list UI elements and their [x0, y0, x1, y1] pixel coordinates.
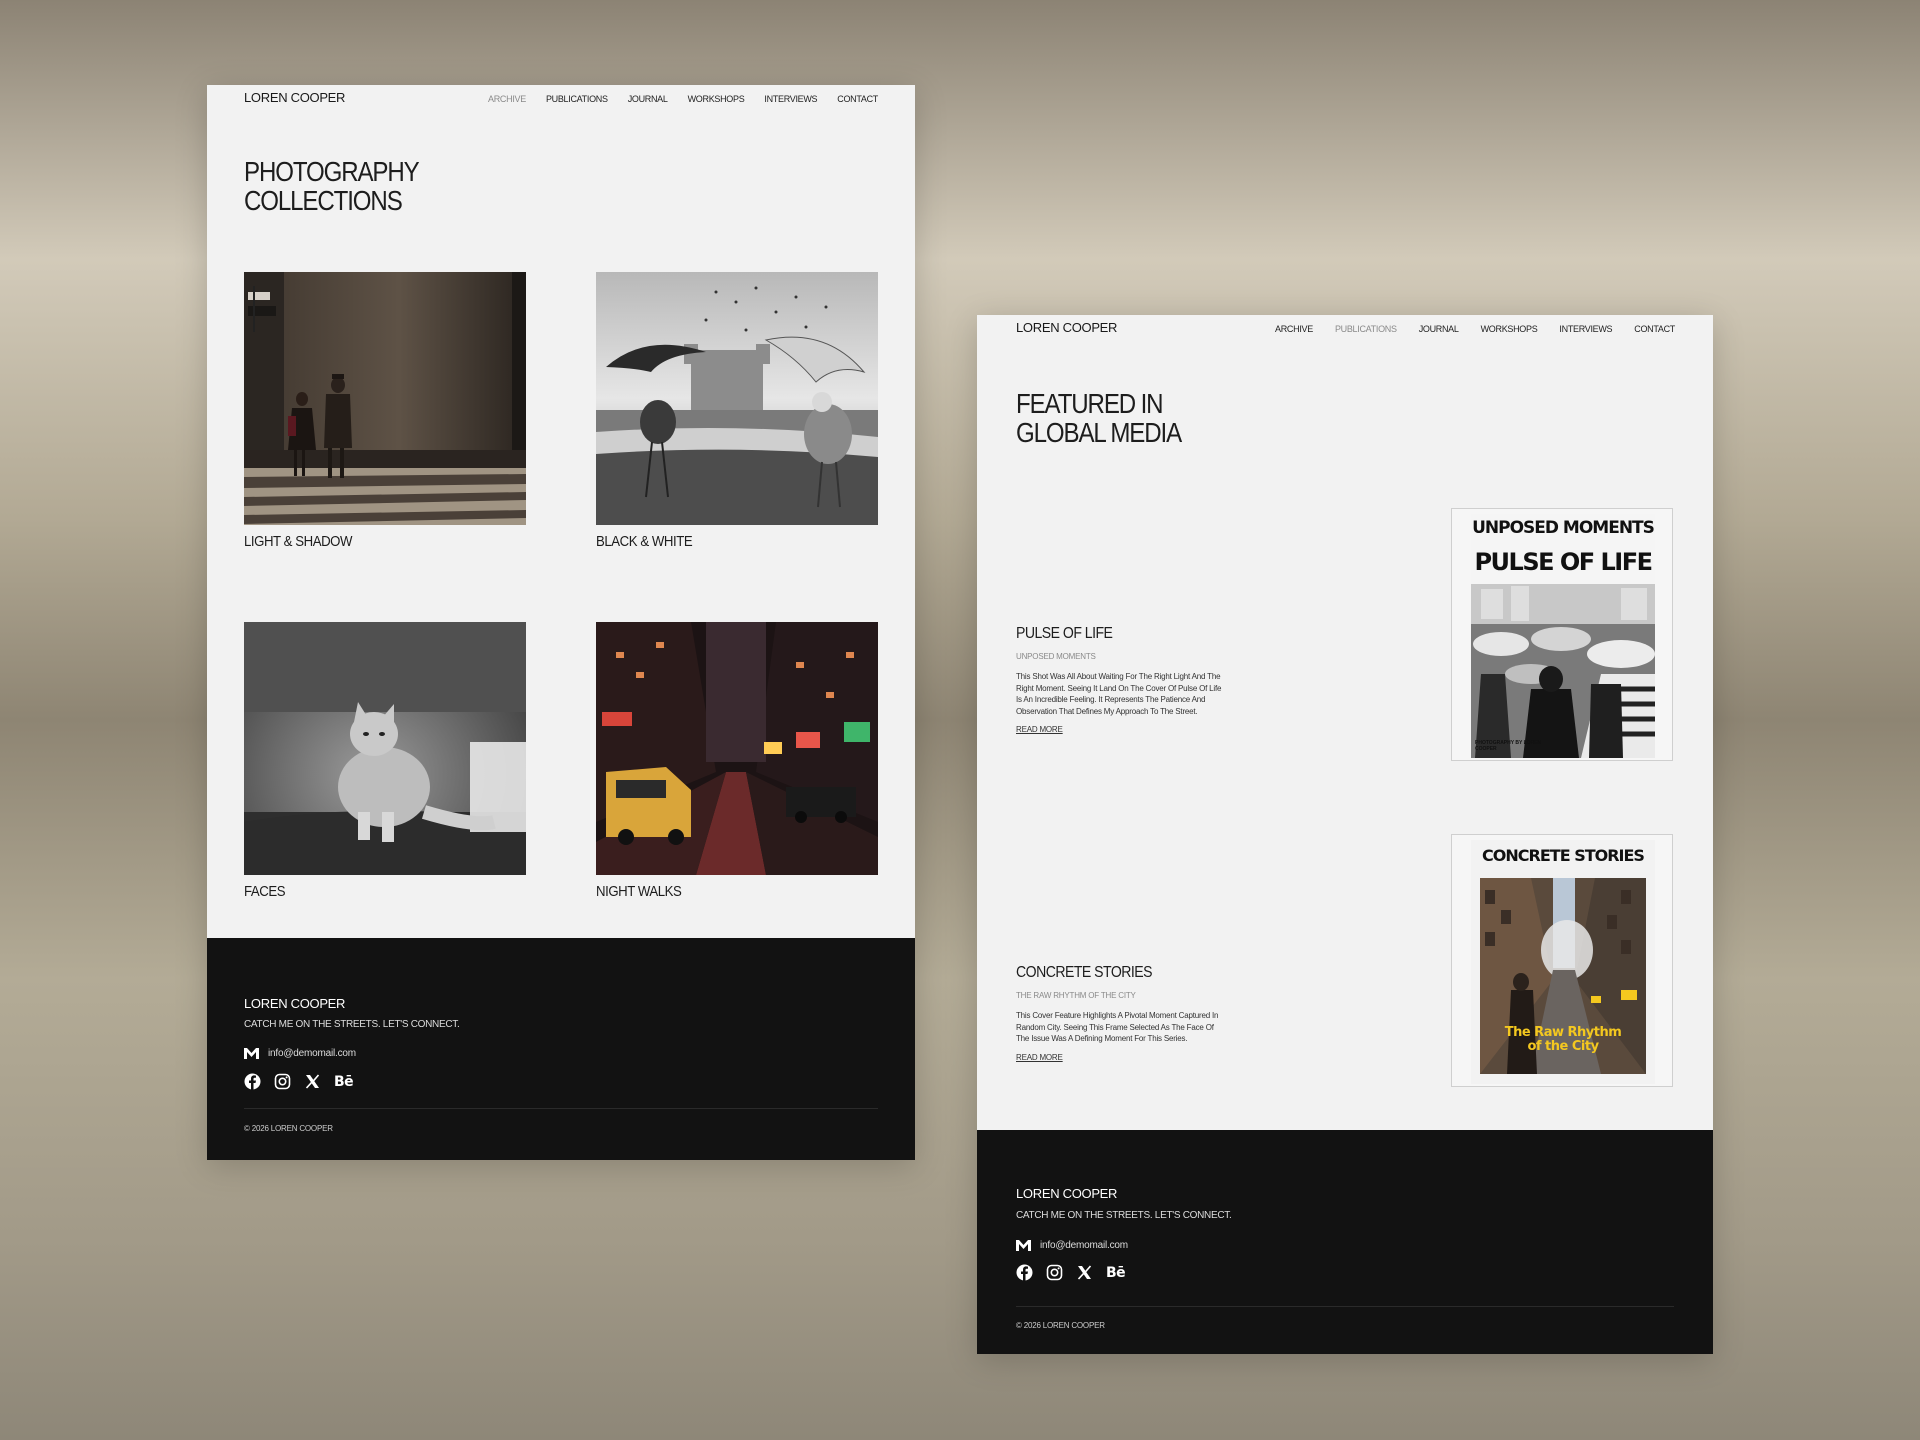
nav-item-archive[interactable]: ARCHIVE [1275, 324, 1313, 334]
page-title-line2: COLLECTIONS [244, 185, 403, 216]
footer-email-row[interactable]: info@demomail.com [244, 1048, 356, 1059]
feature-pulse-of-life: PULSE OF LIFE UNPOSED MOMENTS This Shot … [1016, 625, 1236, 737]
cover-headline: PULSE OF LIFE [1474, 548, 1653, 576]
nav-item-interviews[interactable]: INTERVIEWS [764, 94, 817, 104]
x-icon[interactable] [304, 1073, 321, 1090]
page-title-line2: GLOBAL MEDIA [1016, 417, 1182, 448]
nav-item-publications[interactable]: PUBLICATIONS [1335, 324, 1397, 334]
page-title: PHOTOGRAPHY COLLECTIONS [244, 156, 420, 216]
cover-artwork: CONCRETE STORIES The Raw Rhythm of the C… [1471, 840, 1655, 1084]
nav-item-archive[interactable]: ARCHIVE [488, 94, 526, 104]
archive-page-mockup: LOREN COOPER ARCHIVE PUBLICATIONS JOURNA… [207, 85, 915, 1160]
read-more-link[interactable]: READ MORE [1016, 725, 1063, 734]
magazine-cover-concrete-stories[interactable]: CONCRETE STORIES The Raw Rhythm of the C… [1451, 834, 1673, 1087]
footer-tagline: CATCH ME ON THE STREETS. LET'S CONNECT. [1016, 1210, 1232, 1221]
nav-item-workshops[interactable]: WORKSHOPS [1481, 324, 1538, 334]
feature-title: CONCRETE STORIES [1016, 964, 1153, 981]
footer-email[interactable]: info@demomail.com [1040, 1240, 1128, 1251]
cover-credit: PHOTOGRAPHY BY LOREN COOPER [1475, 740, 1542, 752]
top-nav: LOREN COOPER ARCHIVE PUBLICATIONS JOURNA… [207, 85, 915, 115]
page-title: FEATURED IN GLOBAL MEDIA [1016, 388, 1182, 448]
footer-divider [1016, 1306, 1674, 1307]
footer-social-links: Bē [244, 1073, 354, 1090]
publications-page-mockup: LOREN COOPER ARCHIVE PUBLICATIONS JOURNA… [977, 315, 1713, 1354]
mail-icon [1016, 1240, 1031, 1251]
footer-tagline: CATCH ME ON THE STREETS. LET'S CONNECT. [244, 1019, 460, 1030]
facebook-icon[interactable] [1016, 1264, 1033, 1281]
page-title-line1: FEATURED IN [1016, 388, 1164, 419]
footer-email-row[interactable]: info@demomail.com [1016, 1240, 1128, 1251]
collection-label-night-walks[interactable]: NIGHT WALKS [596, 883, 682, 900]
nav-item-journal[interactable]: JOURNAL [1419, 324, 1459, 334]
behance-icon[interactable]: Bē [1106, 1265, 1126, 1281]
footer-copyright: © 2026 LOREN COOPER [244, 1124, 333, 1133]
feature-description: This Cover Feature Highlights A Pivotal … [1016, 1011, 1219, 1043]
cover-masthead: CONCRETE STORIES [1482, 846, 1645, 865]
nav-item-contact[interactable]: CONTACT [837, 94, 878, 104]
top-nav: LOREN COOPER ARCHIVE PUBLICATIONS JOURNA… [977, 315, 1713, 345]
nav-menu: ARCHIVE PUBLICATIONS JOURNAL WORKSHOPS I… [1275, 324, 1675, 334]
nav-item-interviews[interactable]: INTERVIEWS [1559, 324, 1612, 334]
cover-headline-line1: The Raw Rhythm [1504, 1025, 1622, 1040]
footer-social-links: Bē [1016, 1264, 1126, 1281]
cover-masthead: UNPOSED MOMENTS [1472, 518, 1655, 538]
collection-label-black-white[interactable]: BLACK & WHITE [596, 533, 693, 550]
collection-photo-light-shadow[interactable] [244, 272, 526, 525]
site-logo[interactable]: LOREN COOPER [1016, 320, 1117, 335]
feature-subtitle: UNPOSED MOMENTS [1016, 652, 1096, 661]
site-footer: LOREN COOPER CATCH ME ON THE STREETS. LE… [207, 938, 915, 1160]
nav-menu: ARCHIVE PUBLICATIONS JOURNAL WORKSHOPS I… [488, 94, 878, 104]
magazine-cover-pulse-of-life[interactable]: UNPOSED MOMENTS PULSE OF LIFE PHOTOGRAPH… [1451, 508, 1673, 761]
instagram-icon[interactable] [274, 1073, 291, 1090]
footer-copyright: © 2026 LOREN COOPER [1016, 1321, 1105, 1330]
site-footer: LOREN COOPER CATCH ME ON THE STREETS. LE… [977, 1130, 1713, 1354]
feature-subtitle: THE RAW RHYTHM OF THE CITY [1016, 991, 1136, 1000]
cover-headline: The Raw Rhythm of the City [1471, 1026, 1655, 1054]
mail-icon [244, 1048, 259, 1059]
nav-item-publications[interactable]: PUBLICATIONS [546, 94, 608, 104]
site-logo[interactable]: LOREN COOPER [244, 90, 345, 105]
collection-photo-night-walks[interactable] [596, 622, 878, 875]
footer-logo[interactable]: LOREN COOPER [244, 996, 345, 1011]
x-icon[interactable] [1076, 1264, 1093, 1281]
feature-description: This Shot Was All About Waiting For The … [1016, 672, 1222, 716]
nav-item-workshops[interactable]: WORKSHOPS [688, 94, 745, 104]
read-more-link[interactable]: READ MORE [1016, 1053, 1063, 1062]
nav-item-journal[interactable]: JOURNAL [628, 94, 668, 104]
footer-logo[interactable]: LOREN COOPER [1016, 1186, 1117, 1201]
behance-icon[interactable]: Bē [334, 1074, 354, 1090]
page-title-line1: PHOTOGRAPHY [244, 156, 420, 187]
nav-item-contact[interactable]: CONTACT [1634, 324, 1675, 334]
collection-label-faces[interactable]: FACES [244, 883, 286, 900]
collection-photo-faces[interactable] [244, 622, 526, 875]
feature-title: PULSE OF LIFE [1016, 625, 1113, 642]
facebook-icon[interactable] [244, 1073, 261, 1090]
footer-divider [244, 1108, 878, 1109]
cover-headline-line2: of the City [1527, 1039, 1599, 1054]
collection-label-light-shadow[interactable]: LIGHT & SHADOW [244, 533, 352, 550]
cover-artwork: UNPOSED MOMENTS PULSE OF LIFE PHOTOGRAPH… [1471, 514, 1655, 758]
collection-photo-black-white[interactable] [596, 272, 878, 525]
footer-email[interactable]: info@demomail.com [268, 1048, 356, 1059]
instagram-icon[interactable] [1046, 1264, 1063, 1281]
feature-concrete-stories: CONCRETE STORIES THE RAW RHYTHM OF THE C… [1016, 964, 1236, 1065]
